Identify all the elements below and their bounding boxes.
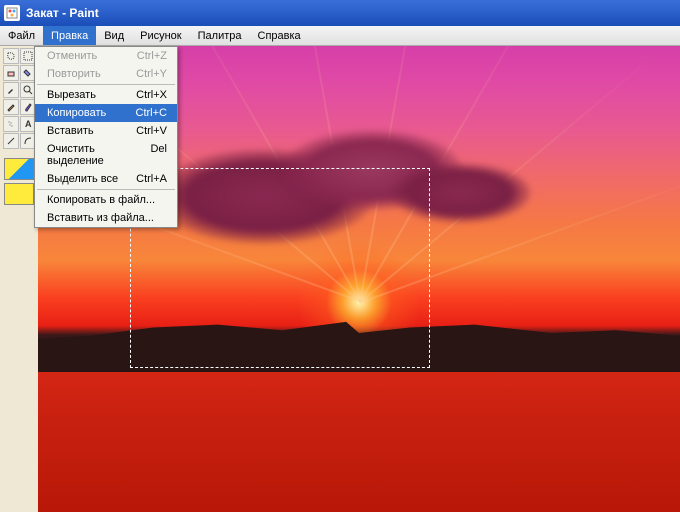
toolbox: A	[0, 46, 38, 512]
menu-item-label: Отменить	[47, 50, 97, 62]
window-title: Закат - Paint	[26, 6, 99, 20]
menu-edit[interactable]: Правка	[43, 26, 96, 45]
paint-app-icon	[4, 5, 20, 21]
tool-picker[interactable]	[3, 82, 19, 98]
menu-image[interactable]: Рисунок	[132, 26, 190, 45]
menu-item-label: Очистить выделение	[47, 143, 150, 167]
tool-pencil[interactable]	[3, 99, 19, 115]
menu-item-shortcut: Ctrl+A	[136, 173, 167, 185]
menu-file[interactable]: Файл	[0, 26, 43, 45]
tool-airbrush[interactable]	[3, 116, 19, 132]
menu-copy[interactable]: Копировать Ctrl+C	[35, 104, 177, 122]
color-preview-secondary[interactable]	[4, 183, 34, 205]
menu-item-label: Копировать	[47, 107, 106, 119]
tool-line[interactable]	[3, 133, 19, 149]
menu-item-label: Вставить	[47, 125, 94, 137]
menu-select-all[interactable]: Выделить все Ctrl+A	[35, 170, 177, 188]
menu-view[interactable]: Вид	[96, 26, 132, 45]
menu-item-shortcut: Ctrl+V	[136, 125, 167, 137]
menu-separator	[37, 189, 175, 190]
menu-item-label: Копировать в файл...	[47, 194, 155, 206]
tool-eraser[interactable]	[3, 65, 19, 81]
menu-paste-from-file[interactable]: Вставить из файла...	[35, 209, 177, 227]
menu-cut[interactable]: Вырезать Ctrl+X	[35, 86, 177, 104]
menu-palette[interactable]: Палитра	[190, 26, 250, 45]
menu-item-label: Вырезать	[47, 89, 96, 101]
menu-copy-to-file[interactable]: Копировать в файл...	[35, 191, 177, 209]
menu-paste[interactable]: Вставить Ctrl+V	[35, 122, 177, 140]
menu-clear-selection[interactable]: Очистить выделение Del	[35, 140, 177, 170]
menu-item-shortcut: Ctrl+Y	[136, 68, 167, 80]
menu-redo[interactable]: Повторить Ctrl+Y	[35, 65, 177, 83]
menu-item-shortcut: Ctrl+Z	[137, 50, 167, 62]
edit-menu-dropdown: Отменить Ctrl+Z Повторить Ctrl+Y Вырезат…	[34, 46, 178, 228]
menu-help[interactable]: Справка	[250, 26, 309, 45]
menu-undo[interactable]: Отменить Ctrl+Z	[35, 47, 177, 65]
svg-text:A: A	[25, 119, 32, 129]
color-preview-primary[interactable]	[4, 158, 34, 180]
menu-item-shortcut: Del	[150, 143, 167, 167]
titlebar: Закат - Paint	[0, 0, 680, 26]
menubar: Файл Правка Вид Рисунок Палитра Справка	[0, 26, 680, 46]
tool-freeform-select[interactable]	[3, 48, 19, 64]
menu-separator	[37, 84, 175, 85]
menu-item-label: Вставить из файла...	[47, 212, 154, 224]
menu-item-label: Выделить все	[47, 173, 118, 185]
menu-item-shortcut: Ctrl+X	[136, 89, 167, 101]
menu-item-shortcut: Ctrl+C	[136, 107, 167, 119]
menu-item-label: Повторить	[47, 68, 101, 80]
